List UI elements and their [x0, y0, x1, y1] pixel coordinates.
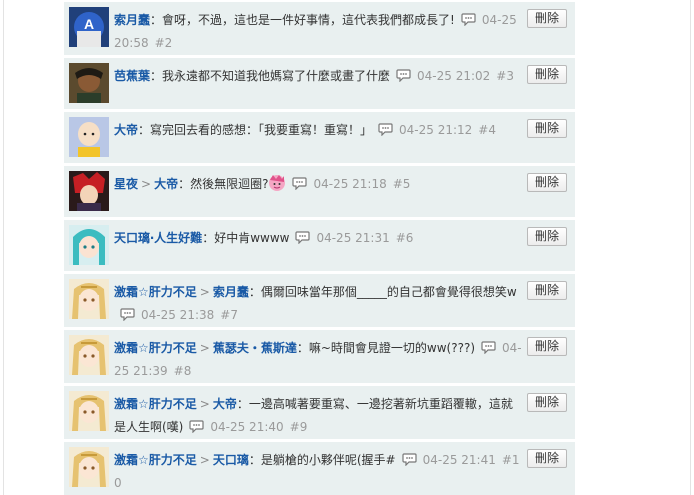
blonde-girl-avatar[interactable]	[69, 279, 109, 319]
reply-message: ：會呀，不過，這也是一件好事情，這代表我們都成長了!	[150, 13, 455, 27]
reply-item: 激霜☆肝力不足 > 大帝：一邊高喊著要重寫、一邊挖著新坑重蹈覆轍，這就是人生啊(嘆)…	[64, 386, 575, 439]
reply-floor: #5	[392, 177, 411, 191]
reply-message: ：然後無限迴圈?	[178, 177, 269, 191]
comment-icon[interactable]	[189, 418, 204, 434]
reply-message: ：好中肯wwww	[202, 231, 290, 245]
reply-author[interactable]: 激霜☆肝力不足	[114, 453, 197, 467]
reply-time: 04-25 21:18	[313, 177, 387, 191]
reply-body: 天口璃‧人生好難：好中肯wwww 04-25 21:31 #6	[114, 227, 524, 250]
comment-icon[interactable]	[120, 306, 135, 322]
reply-time: 04-25 21:38	[141, 308, 215, 322]
reply-body: 激霜☆肝力不足 > 天口璃：是躺槍的小夥伴呢(握手# 04-25 21:41 #10	[114, 449, 524, 495]
reply-item: 芭蕉葉：我永遠都不知道我他媽寫了什麼或畫了什麼 04-25 21:02 #3 刪除	[64, 58, 575, 109]
comment-icon[interactable]	[461, 11, 476, 27]
reply-time: 04-25 21:41	[422, 453, 496, 467]
reply-author[interactable]: 激霜☆肝力不足	[114, 341, 197, 355]
reply-message: ：是躺槍的小夥伴呢(握手#	[248, 453, 396, 467]
masked-hero-avatar[interactable]: A	[69, 7, 109, 47]
reply-item: A 索月蠢：會呀，不過，這也是一件好事情，這代表我們都成長了! 04-25 20:…	[64, 2, 575, 55]
dark-warrior-avatar[interactable]	[69, 63, 109, 103]
comment-icon[interactable]	[378, 121, 393, 137]
reply-floor: #8	[173, 364, 192, 378]
comment-icon[interactable]	[481, 339, 496, 355]
reply-target[interactable]: 蕉瑟夫・蕉斯達	[213, 341, 297, 355]
reply-floor: #7	[220, 308, 238, 322]
reply-author[interactable]: 索月蠢	[114, 13, 150, 27]
reply-body: 大帝：寫完回去看的感想：「我要重寫！重寫！」 04-25 21:12 #4	[114, 119, 524, 142]
comment-icon[interactable]	[401, 451, 417, 467]
reply-arrow: >	[199, 453, 210, 467]
reply-body: 芭蕉葉：我永遠都不知道我他媽寫了什麼或畫了什麼 04-25 21:02 #3	[114, 65, 524, 88]
reply-arrow: >	[199, 341, 210, 355]
reply-item: 激霜☆肝力不足 > 天口璃：是躺槍的小夥伴呢(握手# 04-25 21:41 #10 刪…	[64, 442, 575, 495]
delete-button[interactable]: 刪除	[527, 337, 567, 356]
reply-floor: #6	[395, 231, 414, 245]
reply-time: 04-25 21:12	[399, 123, 473, 137]
bald-hero-avatar[interactable]	[69, 117, 109, 157]
reply-time: 04-25 21:02	[417, 69, 491, 83]
delete-button[interactable]: 刪除	[527, 281, 567, 300]
reply-time: 04-25 21:31	[316, 231, 390, 245]
reply-item: 激霜☆肝力不足 > 蕉瑟夫・蕉斯達：嘛~時間會見證一切的ww(???) 04-25 2…	[64, 330, 575, 383]
pink-face-emoji	[268, 174, 286, 192]
reply-arrow: >	[199, 397, 210, 411]
delete-button[interactable]: 刪除	[527, 227, 567, 246]
reply-author[interactable]: 芭蕉葉	[114, 69, 150, 83]
reply-target[interactable]: 大帝	[213, 397, 237, 411]
right-divider	[690, 0, 691, 495]
reply-floor: #9	[289, 420, 308, 434]
blonde-girl-avatar[interactable]	[69, 391, 109, 431]
reply-target[interactable]: 大帝	[154, 177, 178, 191]
blonde-girl-avatar[interactable]	[69, 335, 109, 375]
reply-floor: #3	[496, 69, 514, 83]
teal-hair-avatar[interactable]	[69, 225, 109, 265]
reply-body: 激霜☆肝力不足 > 蕉瑟夫・蕉斯達：嘛~時間會見證一切的ww(???) 04-25 2…	[114, 337, 524, 383]
reply-message: ：偶爾回味當年那個_____的自己都會覺得很想笑w	[248, 285, 517, 299]
reply-target[interactable]: 天口璃	[213, 453, 249, 467]
reply-body: 星夜 > 大帝：然後無限迴圈? 04-25 21:18 #5	[114, 173, 524, 196]
reply-item: 天口璃‧人生好難：好中肯wwww 04-25 21:31 #6 刪除	[64, 220, 575, 271]
red-hair-avatar[interactable]	[69, 171, 109, 211]
reply-target[interactable]: 索月蠢	[213, 285, 249, 299]
delete-button[interactable]: 刪除	[527, 393, 567, 412]
blonde-girl-avatar[interactable]	[69, 447, 109, 487]
delete-button[interactable]: 刪除	[527, 449, 567, 468]
reply-item: 大帝：寫完回去看的感想：「我要重寫！重寫！」 04-25 21:12 #4 刪除	[64, 112, 575, 163]
reply-body: 索月蠢：會呀，不過，這也是一件好事情，這代表我們都成長了! 04-25 20:58…	[114, 9, 524, 55]
reply-item: 激霜☆肝力不足 > 索月蠢：偶爾回味當年那個_____的自己都會覺得很想笑w 04-2…	[64, 274, 575, 327]
reply-body: 激霜☆肝力不足 > 索月蠢：偶爾回味當年那個_____的自己都會覺得很想笑w 04-2…	[114, 281, 524, 327]
reply-floor: #2	[154, 36, 173, 50]
reply-floor: #4	[478, 123, 496, 137]
reply-author[interactable]: 激霜☆肝力不足	[114, 285, 197, 299]
reply-arrow: >	[141, 177, 152, 191]
reply-author[interactable]: 天口璃‧人生好難	[114, 231, 202, 245]
reply-list: A 索月蠢：會呀，不過，這也是一件好事情，這代表我們都成長了! 04-25 20:…	[64, 0, 575, 495]
page-frame: A 索月蠢：會呀，不過，這也是一件好事情，這代表我們都成長了! 04-25 20:…	[0, 0, 694, 495]
reply-time: 04-25 21:40	[210, 420, 284, 434]
reply-author[interactable]: 激霜☆肝力不足	[114, 397, 197, 411]
comment-icon[interactable]	[295, 229, 311, 245]
delete-button[interactable]: 刪除	[527, 9, 567, 28]
comment-icon[interactable]	[292, 175, 308, 191]
reply-arrow: >	[199, 285, 210, 299]
reply-author[interactable]: 星夜	[114, 177, 138, 191]
reply-message: ：我永遠都不知道我他媽寫了什麼或畫了什麼	[150, 69, 391, 83]
left-divider	[3, 0, 4, 495]
delete-button[interactable]: 刪除	[527, 173, 567, 192]
svg-text:A: A	[84, 16, 94, 32]
reply-message: ：嘛~時間會見證一切的ww(???)	[296, 341, 475, 355]
reply-message: ：寫完回去看的感想：「我要重寫！重寫！」	[138, 123, 373, 137]
reply-body: 激霜☆肝力不足 > 大帝：一邊高喊著要重寫、一邊挖著新坑重蹈覆轍，這就是人生啊(嘆)…	[114, 393, 524, 439]
reply-author[interactable]: 大帝	[114, 123, 138, 137]
delete-button[interactable]: 刪除	[527, 119, 567, 138]
comment-icon[interactable]	[396, 67, 411, 83]
reply-item: 星夜 > 大帝：然後無限迴圈? 04-25 21:18 #5 刪除	[64, 166, 575, 217]
delete-button[interactable]: 刪除	[527, 65, 567, 84]
